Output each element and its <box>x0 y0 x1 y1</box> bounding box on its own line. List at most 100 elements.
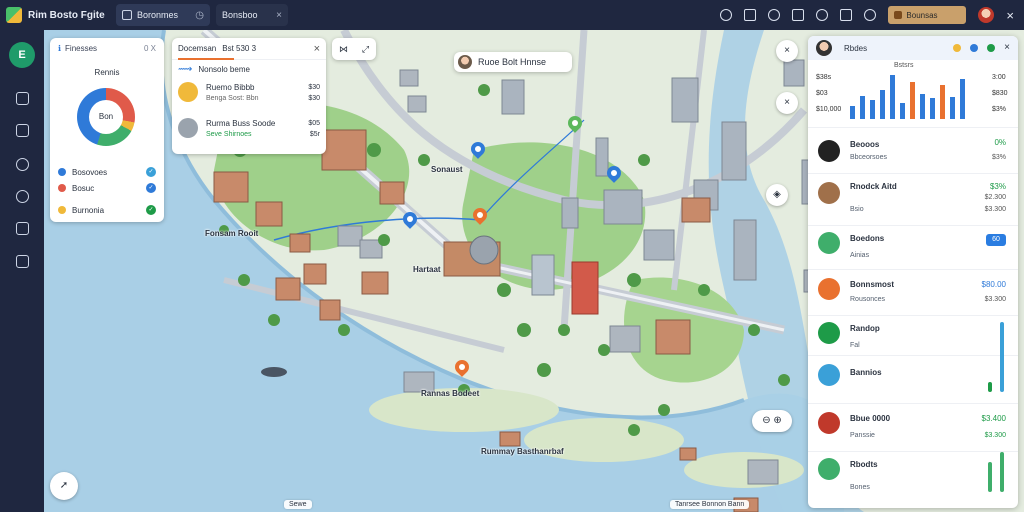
title-bar: Rim Bosto Fgite Boronmes ◷ Bonsboo × Bou… <box>0 0 1024 30</box>
map-label-bottom-right: Tanrsee Bonnon Bann <box>670 500 750 509</box>
x-tick-label: $830 <box>992 90 1008 97</box>
chart-bar <box>860 96 865 119</box>
row-value-secondary: $3.300 <box>984 432 1006 439</box>
stats-card: ℹ Finesses 0 X Rennis Bon Bosovoes ✓ Bos… <box>50 38 164 222</box>
window-icon[interactable] <box>792 9 805 21</box>
row-value-secondary: $3.300 <box>984 296 1006 303</box>
stats-hint[interactable]: 0 X <box>144 44 156 53</box>
list-item[interactable]: Rnodck Aitd Bsio $3% $2.300 $3.300 <box>808 174 1018 226</box>
row-name: Rnodck Aitd <box>850 182 897 191</box>
zoom-control[interactable]: ⊖ ⊕ <box>752 410 792 432</box>
export-icon[interactable] <box>16 255 29 268</box>
row-name: Bonnsmost <box>850 280 894 289</box>
result-right-top: $05 <box>308 120 320 127</box>
tab-second[interactable]: Bonsboo × <box>216 4 288 26</box>
row-sub: Bbceorsoes <box>850 154 887 161</box>
y-tick-label: $03 <box>816 90 828 97</box>
star-icon[interactable] <box>953 44 962 52</box>
panel-avatar <box>816 40 832 56</box>
result-item[interactable]: Rurma Buss Soode Seve Shirnoes $05 $5r <box>172 114 326 150</box>
globe-icon[interactable] <box>970 44 979 52</box>
list-item[interactable]: Beooos Bbceorsoes 0% $3% <box>808 128 1018 174</box>
row-name: Rbodts <box>850 460 878 469</box>
close-map-icon[interactable]: × <box>776 40 798 62</box>
clock-icon[interactable]: ◷ <box>195 10 204 21</box>
settings-icon[interactable] <box>16 190 29 203</box>
alert-icon[interactable] <box>864 9 877 21</box>
row-value-secondary: $2.300 <box>984 194 1006 201</box>
row-badge[interactable]: 60 <box>986 234 1006 246</box>
row-avatar <box>818 412 840 434</box>
legend-dot <box>58 168 66 176</box>
row-avatar <box>818 182 840 204</box>
y-tick-label: $10,000 <box>816 106 842 113</box>
row-name: Randop <box>850 324 880 333</box>
legend-label: Bosovoes <box>72 167 108 177</box>
result-avatar <box>178 82 198 102</box>
legend-label: Bosuc <box>72 183 95 193</box>
list-item[interactable]: Randop Fal <box>808 316 1018 392</box>
list-item[interactable]: Boedons Ainias 60 <box>808 226 1018 270</box>
row-name: Bbue 0000 <box>850 414 891 423</box>
row-avatar <box>818 364 840 386</box>
home-button[interactable]: E <box>9 42 35 68</box>
map-callout[interactable]: Ruoe Bolt Hnnse <box>454 52 572 72</box>
clipboard-icon[interactable] <box>840 9 853 21</box>
collapse-icon[interactable]: ⋈ <box>339 44 348 55</box>
close-icon[interactable]: × <box>276 10 282 21</box>
result-subtitle: Seve Shirnoes <box>206 131 252 138</box>
recenter-button[interactable]: ➚ <box>50 472 78 500</box>
row-sub: Fal <box>850 342 860 349</box>
info-icon[interactable] <box>720 9 733 21</box>
app-title: Rim Bosto Fgite <box>28 9 105 21</box>
check-icon: ✓ <box>146 183 156 193</box>
list-item[interactable]: Rbodts Bones <box>808 452 1018 508</box>
list-icon[interactable] <box>16 124 29 137</box>
eye-icon[interactable] <box>816 9 829 21</box>
info-icon[interactable]: ℹ <box>58 44 61 53</box>
chart-bar <box>850 106 855 119</box>
legend-item[interactable]: Burnonia ✓ <box>58 204 156 216</box>
row-value-tertiary: $3.300 <box>984 206 1006 213</box>
expand-icon[interactable]: ⤢ <box>362 44 369 55</box>
list-item[interactable]: Bbue 0000 Panssie $3.400 $3.300 <box>808 404 1018 452</box>
location-pill[interactable]: Bounsas <box>888 6 967 24</box>
close-icon[interactable]: × <box>314 43 320 55</box>
layers-icon[interactable] <box>16 92 29 105</box>
result-right-top: $30 <box>308 84 320 91</box>
legend-item[interactable]: Bosuc ✓ <box>58 182 156 194</box>
route-line[interactable]: ⟿ Nonsolo beme <box>172 60 326 78</box>
dismiss-icon[interactable]: × <box>776 92 798 114</box>
legend-dot <box>58 184 66 192</box>
right-panel: Rbdes × Bstsrs $38s $03 $10,000 3:00 $83… <box>808 36 1018 508</box>
close-icon[interactable]: × <box>1004 43 1010 53</box>
list-item[interactable]: Bannios <box>808 356 1018 404</box>
level-bar <box>988 462 992 492</box>
map-label-station: Sonaust <box>431 165 463 174</box>
compass-icon[interactable] <box>16 158 29 171</box>
compass-icon[interactable]: ◈ <box>766 184 788 206</box>
puzzle-icon[interactable] <box>16 222 29 235</box>
share-icon[interactable] <box>987 44 996 52</box>
active-underline <box>178 58 234 60</box>
route-label: Nonsolo beme <box>198 64 250 74</box>
y-tick-label: $38s <box>816 74 832 81</box>
close-window-icon[interactable]: × <box>1006 8 1014 23</box>
result-item[interactable]: Ruemo Bibbb Benga Sost: Bbn $30 $30 <box>172 78 326 114</box>
row-avatar <box>818 278 840 300</box>
home-icon[interactable] <box>744 9 757 21</box>
panel-title: Rbdes <box>844 43 868 53</box>
row-sub: Panssie <box>850 432 875 439</box>
stats-header: Finesses <box>65 44 98 53</box>
chat-icon[interactable] <box>768 9 781 21</box>
legend-item[interactable]: Bosovoes ✓ <box>58 166 156 178</box>
tab-active[interactable]: Boronmes ◷ <box>116 4 210 26</box>
list-item[interactable]: Bonnsmost Rousonces $80.00 $3.300 <box>808 270 1018 316</box>
user-avatar[interactable] <box>978 7 995 23</box>
x-tick-label: $3% <box>992 106 1007 113</box>
chart-bar <box>960 79 965 119</box>
row-avatar <box>818 458 840 480</box>
x-tick-label: 3:00 <box>992 74 1006 81</box>
search-header[interactable]: Docemsan Bst 530 3 × <box>172 38 326 60</box>
row-name: Beooos <box>850 140 880 149</box>
